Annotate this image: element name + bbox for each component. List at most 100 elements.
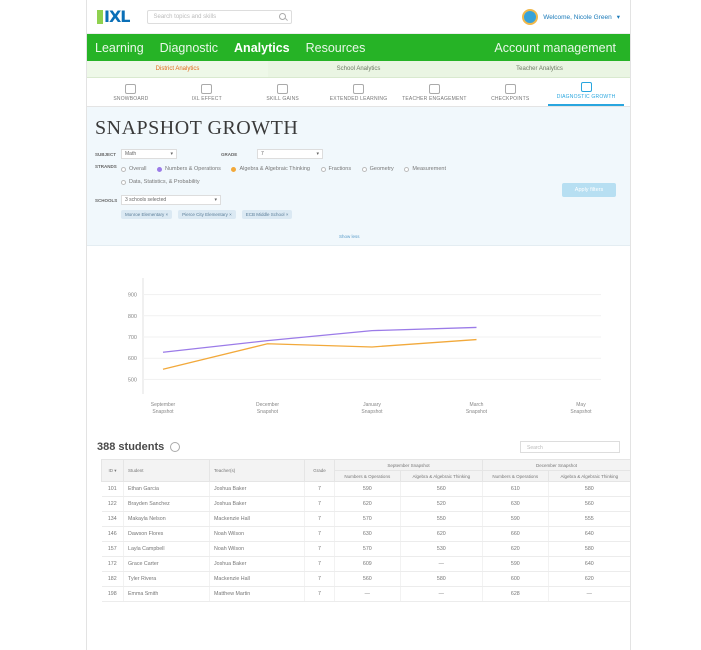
tab-school-analytics[interactable]: School Analytics <box>268 61 449 77</box>
cell-teacher: Joshua Baker <box>209 556 305 572</box>
close-icon[interactable]: × <box>166 212 169 217</box>
tab-teacher-analytics[interactable]: Teacher Analytics <box>449 61 630 77</box>
search-icon[interactable] <box>279 13 287 20</box>
subcol-dec-numbers[interactable]: Numbers & Operations <box>481 470 549 482</box>
school-chip[interactable]: Pierce City Elementary × <box>178 210 236 219</box>
cell-grade: 7 <box>304 526 335 542</box>
school-chip[interactable]: ECB Middle School × <box>241 210 293 219</box>
school-chip[interactable]: Monroe Elementary × <box>121 210 173 219</box>
checkbox-icon <box>231 167 237 172</box>
subcol-dec-algebra[interactable]: Algebra & Algebraic Thinking <box>547 470 630 482</box>
cell-id: 172 <box>101 556 124 572</box>
search-input[interactable]: Search topics and skills <box>147 9 293 24</box>
cell-id: 101 <box>101 481 124 497</box>
cell-student: Makayla Nelson <box>123 511 210 527</box>
cell-teacher: Mackenzie Hall <box>209 571 305 587</box>
cell-student: Emma Smith <box>123 586 210 602</box>
x-tick-label: September <box>151 402 176 408</box>
cell-id: 182 <box>101 571 124 587</box>
strand-algebra[interactable]: Algebra & Algebraic Thinking <box>231 164 310 175</box>
strand-fractions[interactable]: Fractions <box>320 164 352 175</box>
report-label: SKILL GAINS <box>266 96 299 102</box>
strand-numbers-operations[interactable]: Numbers & Operations <box>156 164 221 175</box>
grade-select[interactable]: 7 ▾ <box>257 149 323 159</box>
cell-teacher: Joshua Baker <box>209 481 305 497</box>
strand-label: Data, Statistics, & Probability <box>129 179 200 185</box>
show-less-link[interactable]: Show less <box>339 234 360 239</box>
col-teachers[interactable]: Teacher(s) <box>209 459 305 482</box>
table-row[interactable]: 134 Makayla Nelson Mackenzie Hall 7 570 550 59… <box>101 511 630 527</box>
cell-dec-numbers: 660 <box>482 526 549 542</box>
strand-measurement[interactable]: Measurement <box>404 164 446 175</box>
table-row[interactable]: 182 Tyler Rivera Mackenzie Hall 7 560 580 600 6… <box>101 571 630 587</box>
col-student[interactable]: Student <box>123 459 210 482</box>
table-row[interactable]: 172 Grace Carter Joshua Baker 7 609—590 640 <box>101 556 630 572</box>
report-label: EXTENDED LEARNING <box>329 96 388 102</box>
chevron-down-icon: ▾ <box>316 151 319 157</box>
schools-label: SCHOOLS <box>95 197 118 203</box>
close-icon[interactable]: × <box>229 212 232 217</box>
report-checkpoints[interactable]: CHECKPOINTS <box>472 84 548 106</box>
report-skill-gains[interactable]: SKILL GAINS <box>245 84 321 106</box>
checkbox-icon <box>121 180 126 185</box>
growth-chart-svg: 500600700800900SeptemberSnapshotDecember… <box>128 278 601 415</box>
strand-data-statistics[interactable]: Data, Statistics, & Probability <box>121 177 200 188</box>
nav-resources[interactable]: Resources <box>306 41 366 55</box>
table-row[interactable]: 101 Ethan Garcia Joshua Baker 7 590 560 610 580 <box>101 481 630 497</box>
strand-geometry[interactable]: Geometry <box>361 164 394 175</box>
user-greeting: Welcome, Nicole Green <box>543 13 612 21</box>
checkbox-icon <box>320 167 326 172</box>
ixl-logo[interactable]: IXL <box>97 7 131 26</box>
extended-learning-icon <box>353 84 364 94</box>
tab-district-analytics[interactable]: District Analytics <box>87 61 268 77</box>
table-row[interactable]: 157 Layla Campbell Noah Wilson 7 570 530 620 58… <box>101 541 630 557</box>
report-teacher-engagement[interactable]: TEACHER ENGAGEMENT <box>396 84 472 106</box>
report-snowboard[interactable]: SNOWBOARD <box>93 84 169 106</box>
table-search-input[interactable]: Search <box>520 441 620 453</box>
cell-sep-algebra: 550 <box>400 511 483 527</box>
cell-grade: 7 <box>304 556 335 572</box>
chevron-down-icon: ▾ <box>214 197 217 203</box>
nav-account-management[interactable]: Account management <box>494 41 616 55</box>
subcol-sep-numbers[interactable]: Numbers & Operations <box>334 470 401 482</box>
nav-learning[interactable]: Learning <box>95 41 144 55</box>
report-diagnostic-growth[interactable]: DIAGNOSTIC GROWTH <box>548 82 625 106</box>
app-frame: IXL Search topics and skills Welcome, Ni… <box>86 0 631 650</box>
avatar <box>522 9 539 25</box>
user-menu[interactable]: Welcome, Nicole Green ▾ <box>522 9 620 25</box>
cell-dec-algebra: 580 <box>548 541 630 557</box>
report-ixl-effect[interactable]: IXL EFFECT <box>169 84 245 106</box>
strands-label: STRANDS <box>95 164 117 169</box>
subject-select[interactable]: Math ▾ <box>121 149 177 159</box>
cell-sep-algebra: 620 <box>400 526 483 542</box>
apply-filters-button[interactable]: Apply filters <box>562 183 616 197</box>
col-id[interactable]: ID ▾ <box>101 459 124 482</box>
search-placeholder: Search topics and skills <box>153 13 217 20</box>
strand-label: Fractions <box>328 166 352 172</box>
cell-grade: 7 <box>304 586 335 602</box>
strand-overall[interactable]: Overall <box>121 164 146 175</box>
calendar-icon[interactable] <box>170 442 181 452</box>
y-tick-label: 900 <box>128 293 137 299</box>
y-tick-label: 500 <box>128 377 137 383</box>
nav-analytics[interactable]: Analytics <box>234 41 290 55</box>
growth-chart: 500 600 700 800 900 September Snapshot December… <box>93 270 619 430</box>
nav-diagnostic[interactable]: Diagnostic <box>160 41 218 55</box>
schools-select[interactable]: 3 schools selected ▾ <box>121 195 221 205</box>
table-row[interactable]: 198 Emma Smith Matthew Martin 7— —628— <box>101 586 630 602</box>
cell-sep-algebra: 560 <box>400 481 483 497</box>
cell-id: 134 <box>101 511 124 527</box>
strands-row: STRANDS Overall Numbers & Operations Alg… <box>95 164 622 190</box>
x-tick-label: Snapshot <box>257 409 279 415</box>
col-grade[interactable]: Grade <box>304 459 335 482</box>
subcol-sep-algebra[interactable]: Algebra & Algebraic Thinking <box>399 470 483 482</box>
cell-teacher: Joshua Baker <box>209 496 305 512</box>
chevron-down-icon: ▾ <box>616 14 620 21</box>
table-row[interactable]: 146 Dawson Flores Noah Wilson 7 630 620 660 640 <box>101 526 630 542</box>
cell-sep-numbers: 620 <box>334 496 401 512</box>
chip-label: Monroe Elementary <box>125 212 165 217</box>
report-extended-learning[interactable]: EXTENDED LEARNING <box>321 84 397 106</box>
close-icon[interactable]: × <box>286 212 289 217</box>
cell-dec-numbers: 628 <box>482 586 549 602</box>
table-row[interactable]: 122 Brayden Sanchez Joshua Baker 7 620 520 630… <box>101 496 630 512</box>
